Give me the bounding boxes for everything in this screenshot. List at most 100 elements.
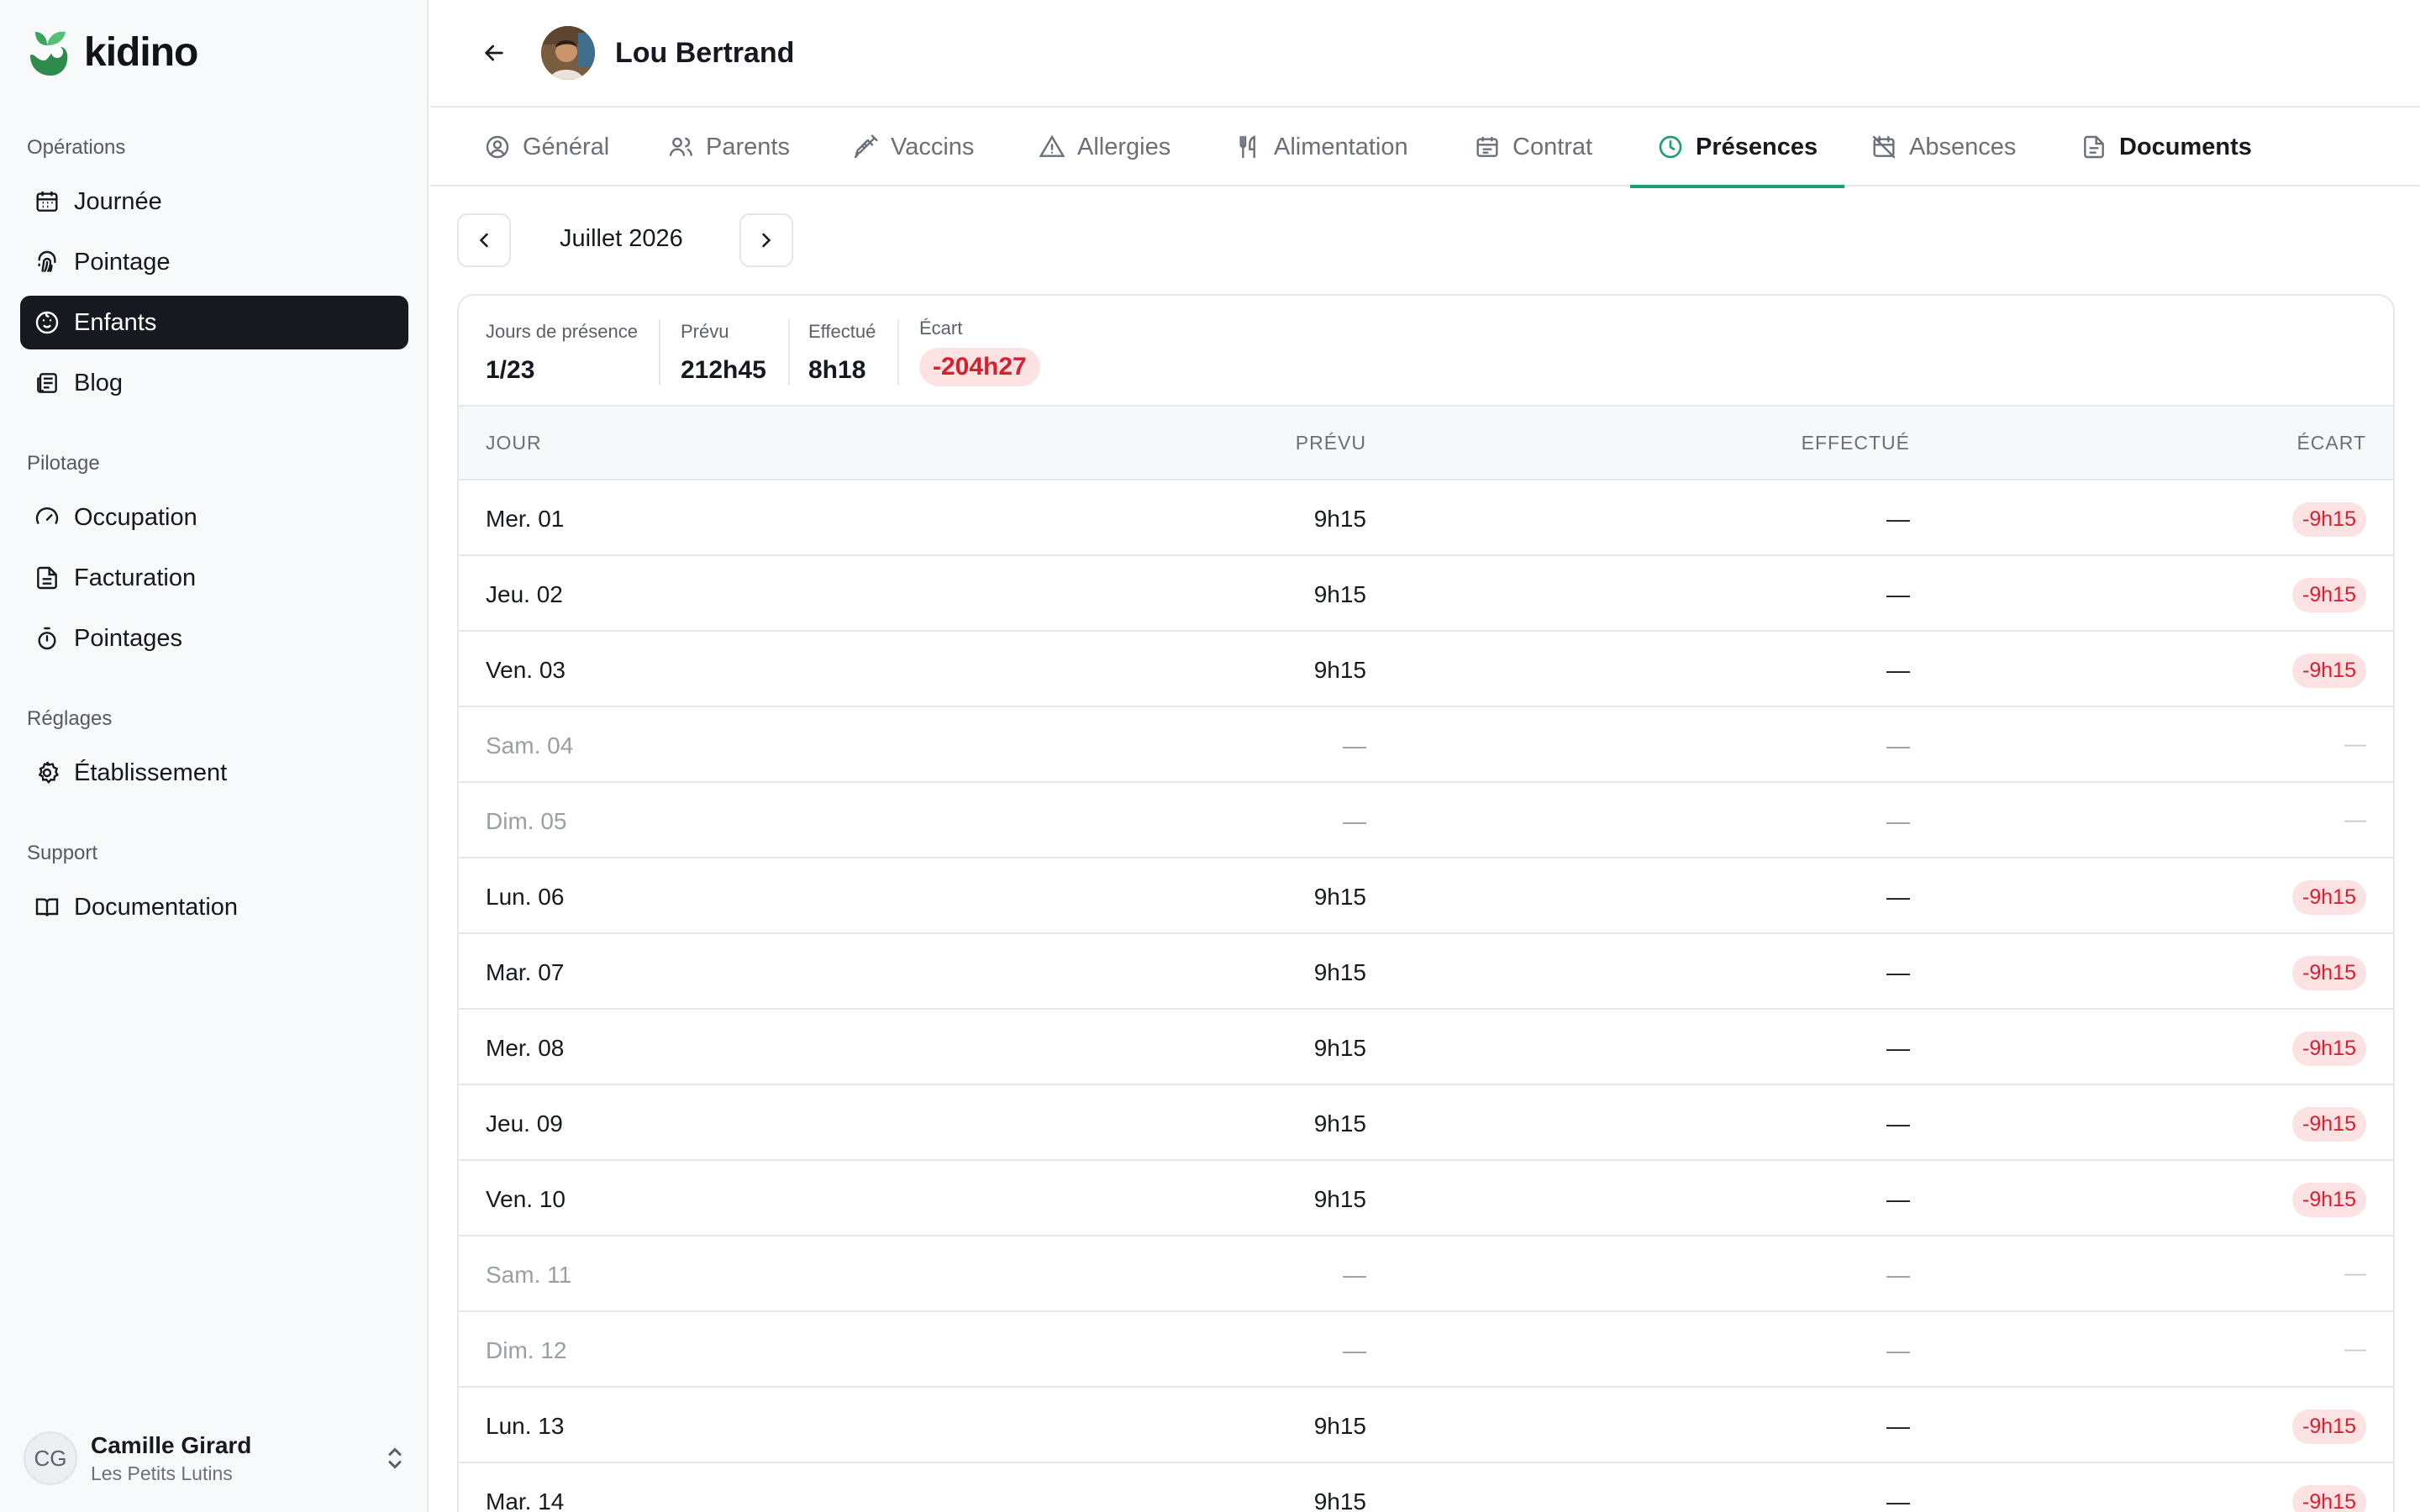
cell-day: Ven. 03 [486,657,566,683]
cell-done: — [1886,1035,1910,1061]
cell-planned: 9h15 [1313,657,1366,683]
stat-value: 212h45 [681,356,766,384]
previous-month-button[interactable] [457,213,511,267]
tab-documents[interactable]: Documents [2081,108,2252,186]
cell-day: Sam. 04 [486,732,574,759]
cell-day: Jeu. 09 [486,1110,563,1137]
column-header-day[interactable]: JOUR [486,432,542,454]
table-row[interactable]: Mer. 08 9h15 — -9h15 [459,1010,2393,1085]
arrow-left-icon [484,45,503,61]
tab-label: Parents [706,133,790,160]
cell-planned: 9h15 [1313,581,1366,607]
column-header-gap[interactable]: ÉCART [2296,432,2366,454]
sidebar-item-facturation[interactable]: Facturation [20,551,408,605]
table-row[interactable]: Jeu. 02 9h15 — -9h15 [459,556,2393,632]
stat-gap: Écart -204h27 [919,318,1040,386]
table-row[interactable]: Lun. 13 9h15 — -9h15 [459,1388,2393,1463]
file-icon [2084,135,2104,159]
month-label: Juillet 2026 [560,225,683,252]
calendar-icon [1476,137,1498,157]
gap-badge: -9h15 [2292,1485,2366,1512]
brand-logo[interactable]: kidino [25,25,198,79]
page-header: Lou Bertrand [430,0,2420,108]
tab-absences[interactable]: Absences [1870,108,2016,186]
chevrons-up-down-icon[interactable] [380,1441,410,1475]
table-row[interactable]: Lun. 06 9h15 — -9h15 [459,858,2393,934]
table-row[interactable]: Ven. 03 9h15 — -9h15 [459,632,2393,707]
app-window: kidino Opérations Journée Pointage Enfan… [0,0,2420,1512]
back-button[interactable] [464,23,524,83]
user-organization: Les Petits Lutins [91,1462,233,1484]
table-body: Mer. 01 9h15— -9h15 Jeu. 02 9h15— -9h15 Ven. 0… [459,480,2393,1512]
table-row[interactable]: Sam. 11 — — — [459,1236,2393,1312]
calendar-off-icon [1872,135,1896,159]
next-month-button[interactable] [739,213,793,267]
tab-vaccins[interactable]: Vaccins [852,108,974,186]
stat-divider [788,319,790,385]
sidebar-item-enfants[interactable]: Enfants [20,296,408,349]
cell-planned: 9h15 [1313,959,1366,985]
sprout-logo-icon [30,31,68,76]
tab-parents[interactable]: Parents [667,108,790,186]
sidebar-item-label: Enfants [74,308,157,336]
table-row[interactable]: Dim. 05 — — — [459,783,2393,858]
stat-divider [659,319,660,385]
users-icon [669,137,692,156]
cell-done: — [1886,657,1910,683]
table-row[interactable]: Dim. 12 — — — [459,1312,2393,1388]
gap-badge: -9h15 [2292,1107,2366,1142]
stat-label: Jours de présence [486,321,638,342]
stat-days: Jours de présence 1/23 [486,321,638,385]
cell-done: — [1886,1413,1910,1439]
column-header-planned[interactable]: PRÉVU [1296,432,1366,454]
book-icon [35,898,59,916]
cell-day: Mar. 07 [486,959,565,985]
brand-name: kidino [84,29,198,75]
cell-planned: 9h15 [1313,1110,1366,1137]
stat-done: Effectué 8h18 [808,321,876,385]
sidebar-item-pointages[interactable]: Pointages [20,612,408,665]
table-row[interactable]: Mar. 14 9h15 — -9h15 [459,1463,2393,1512]
tab-presences[interactable]: Présences [1629,108,1845,188]
user-menu[interactable]: CG Camille Girard Les Petits Lutins [24,1428,410,1488]
child-photo [541,26,595,80]
tab-alimentation[interactable]: Alimentation [1235,108,1408,186]
table-row[interactable]: Mer. 01 9h15 — -9h15 [459,480,2393,556]
table-header: JOUR PRÉVU EFFECTUÉ ÉCART [459,407,2393,480]
cell-day: Sam. 11 [486,1262,572,1288]
sidebar-item-etablissement[interactable]: Établissement [20,746,408,800]
section-reglages: Réglages [27,707,113,730]
calendar-icon [36,192,58,212]
sidebar-item-occupation[interactable]: Occupation [20,491,408,544]
tab-contrat[interactable]: Contrat [1474,108,1592,186]
table-row[interactable]: Sam. 04 — — — [459,707,2393,783]
cell-day: Mer. 01 [486,506,565,532]
table-row[interactable]: Jeu. 09 9h15 — -9h15 [459,1085,2393,1161]
user-circle-icon [486,135,509,159]
column-header-done[interactable]: EFFECTUÉ [1802,432,1910,454]
sidebar-item-label: Établissement [74,759,228,786]
newspaper-icon [37,373,57,393]
cell-done: — [1886,884,1910,910]
sidebar-item-documentation[interactable]: Documentation [20,880,408,934]
cell-day: Dim. 05 [486,808,567,834]
sidebar-item-pointage[interactable]: Pointage [20,235,408,289]
cell-done: — [1886,581,1910,607]
gear-icon [38,761,60,785]
tab-allergies[interactable]: Allergies [1039,108,1171,186]
stats-summary: Jours de présence 1/23 Prévu 212h45 Effe… [459,296,2393,407]
table-row[interactable]: Mar. 07 9h15 — -9h15 [459,934,2393,1010]
cell-gap: — [2344,1260,2366,1285]
tab-label: Présences [1696,133,1818,160]
tab-label: Allergies [1077,133,1171,160]
table-row[interactable]: Ven. 10 9h15 — -9h15 [459,1161,2393,1236]
chevron-right-icon [762,233,771,248]
cell-gap: — [2344,1336,2366,1361]
sidebar-item-journee[interactable]: Journée [20,175,408,228]
cell-planned: — [1343,1337,1366,1363]
baby-icon [35,311,59,334]
cell-planned: 9h15 [1313,506,1366,532]
sidebar-item-blog[interactable]: Blog [20,356,408,410]
cell-planned: — [1343,732,1366,759]
tab-general[interactable]: Général [484,108,609,186]
